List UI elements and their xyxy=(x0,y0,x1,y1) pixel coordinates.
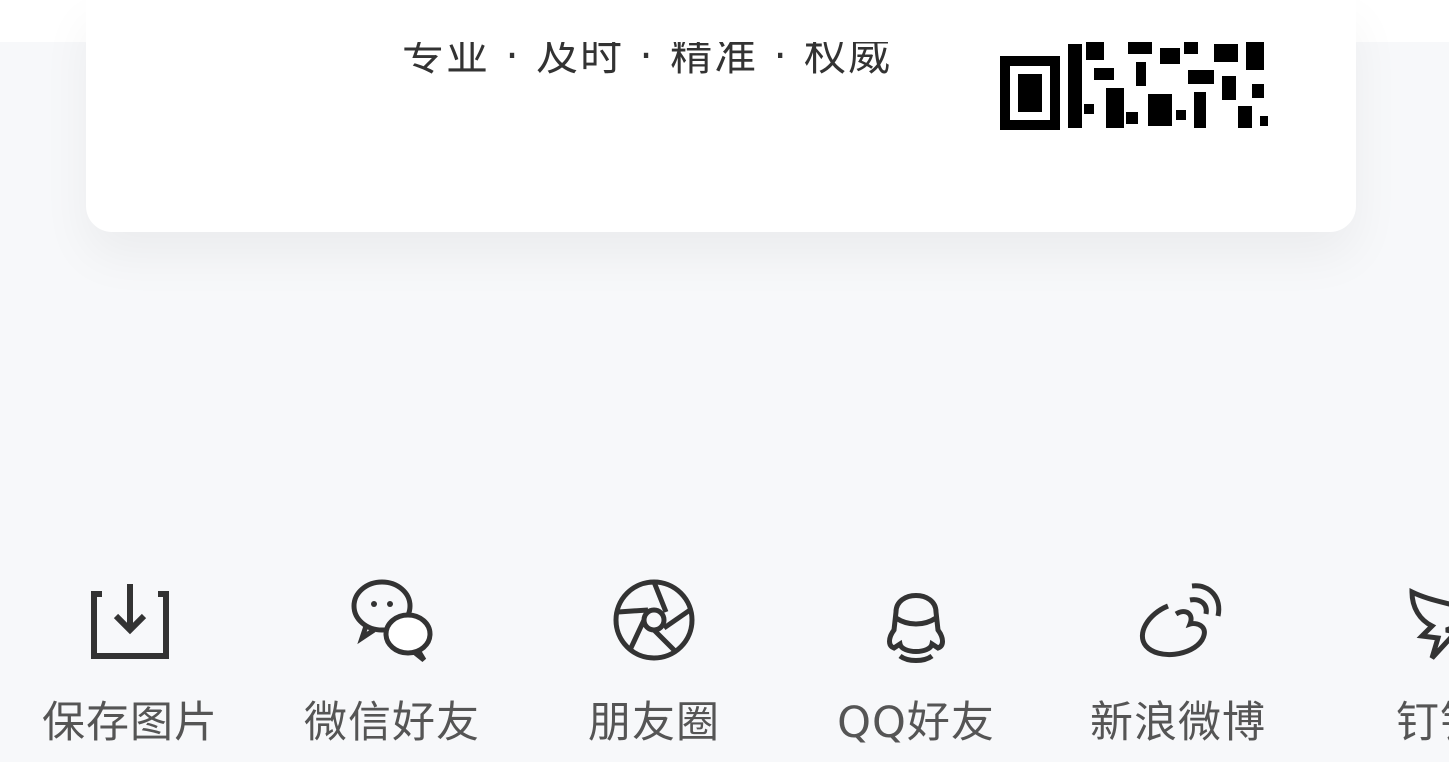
share-item-wechat-friend[interactable]: 微信好友 xyxy=(282,550,502,762)
share-label: QQ好友 xyxy=(837,698,995,748)
share-item-save-image[interactable]: 保存图片 xyxy=(20,550,240,762)
share-label: 钉钉 xyxy=(1396,698,1449,748)
share-item-moments[interactable]: 朋友圈 xyxy=(544,550,764,762)
moments-icon xyxy=(606,572,702,668)
share-label: 朋友圈 xyxy=(588,698,720,748)
share-label: 微信好友 xyxy=(304,698,480,748)
card-clip xyxy=(86,0,1356,42)
download-icon xyxy=(82,572,178,668)
share-label: 保存图片 xyxy=(42,698,218,748)
share-label: 新浪微博 xyxy=(1090,698,1266,748)
weibo-icon xyxy=(1130,572,1226,668)
poster-card: 专业 · 及时 · 精准 · 权威 xyxy=(86,0,1356,232)
share-item-qq-friend[interactable]: QQ好友 xyxy=(806,550,1026,762)
wechat-icon xyxy=(344,572,440,668)
share-bar: 保存图片 微信好友 朋友圈 QQ好友 新浪微博 钉 xyxy=(0,550,1449,762)
share-item-dingtalk[interactable]: 钉钉 xyxy=(1330,550,1449,762)
dingtalk-icon xyxy=(1392,572,1449,668)
qq-icon xyxy=(868,572,964,668)
share-item-sina-weibo[interactable]: 新浪微博 xyxy=(1068,550,1288,762)
